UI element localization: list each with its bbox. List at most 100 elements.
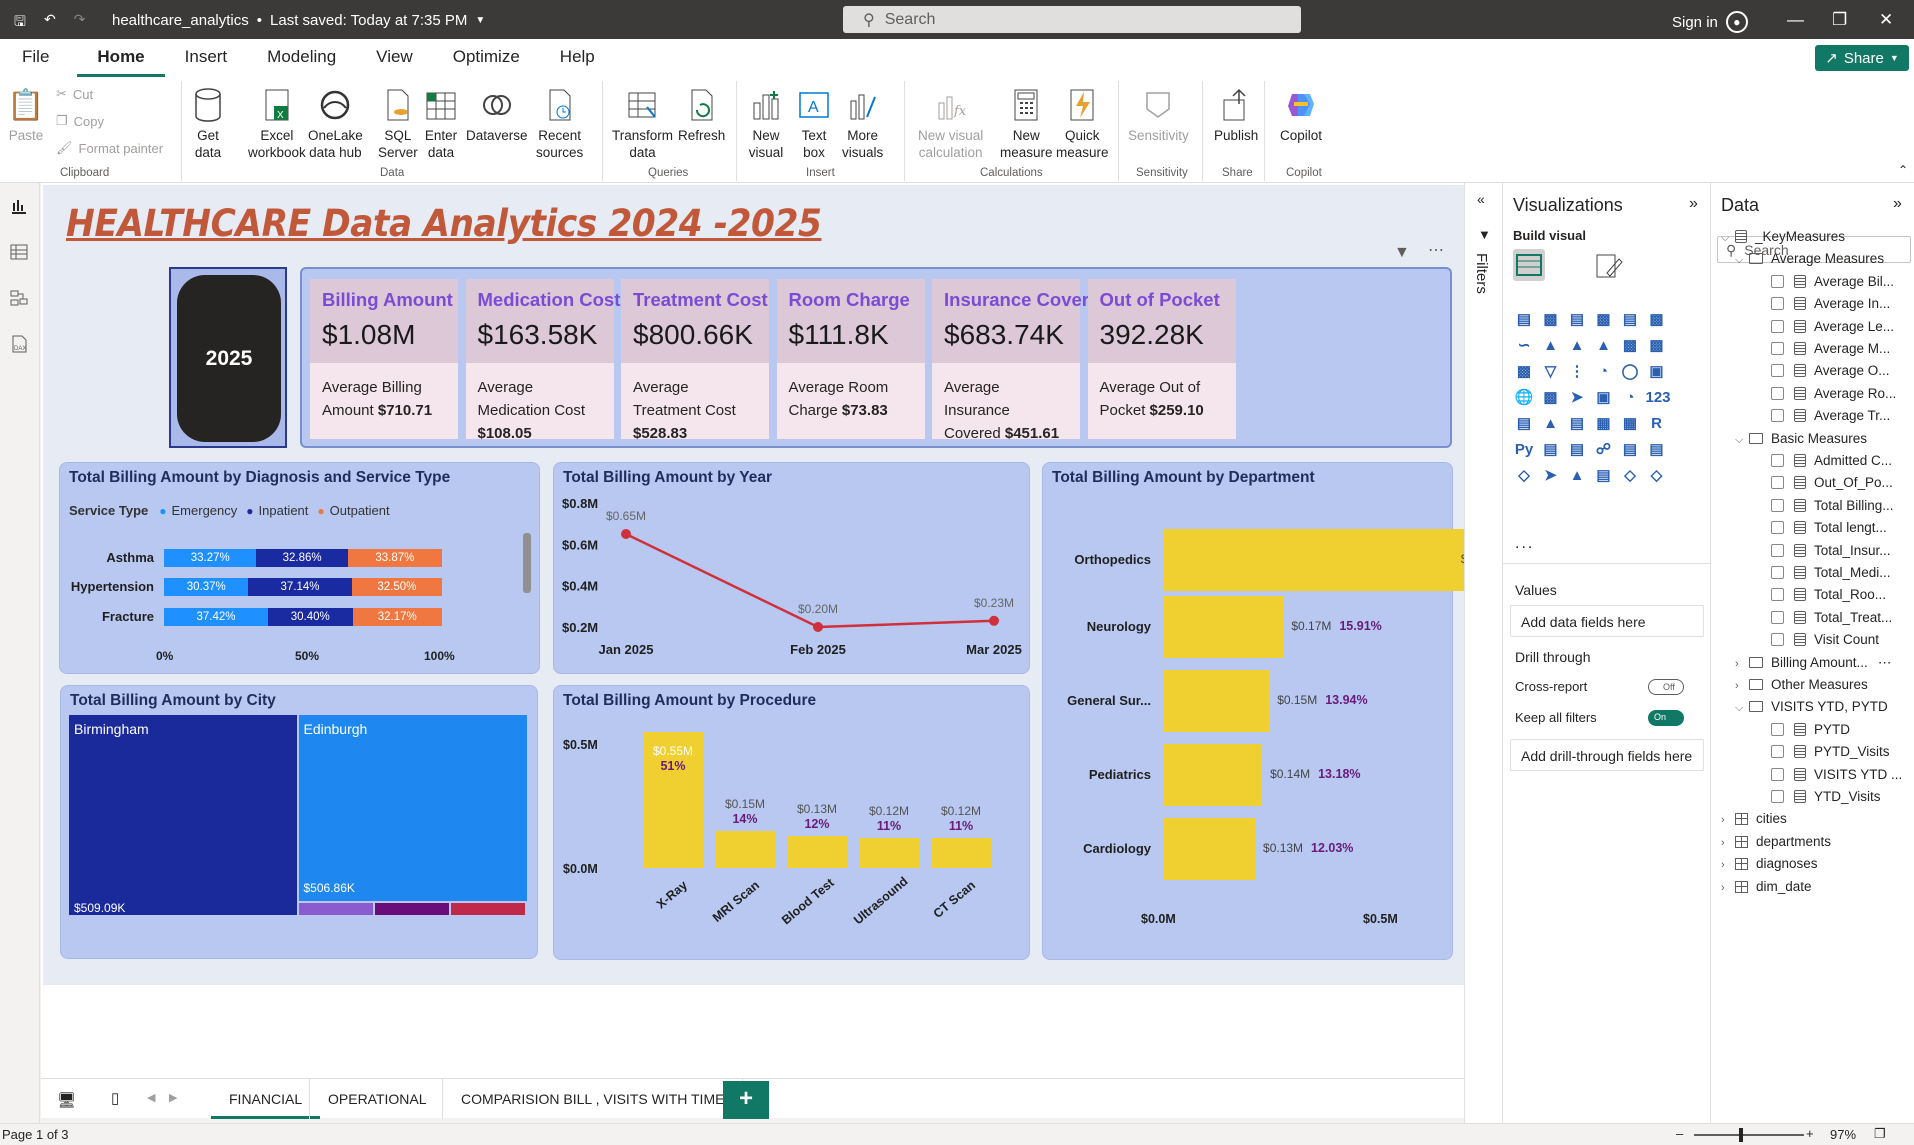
- add-page-button[interactable]: +: [723, 1081, 769, 1119]
- field-list-item[interactable]: Average Tr...: [1749, 408, 1890, 423]
- checkbox[interactable]: [1771, 476, 1784, 490]
- prev-page-icon[interactable]: ◀: [147, 1091, 155, 1104]
- bar[interactable]: [715, 830, 775, 868]
- field-list-item[interactable]: › departments: [1721, 834, 1831, 849]
- bar[interactable]: [1163, 744, 1263, 806]
- field-list-item[interactable]: Admitted C...: [1749, 453, 1892, 468]
- area-icon[interactable]: ▲: [1540, 335, 1562, 357]
- filled-map-icon[interactable]: ▩: [1540, 387, 1562, 409]
- collapse-viz-icon[interactable]: »: [1689, 195, 1698, 213]
- checkbox[interactable]: [1771, 588, 1784, 602]
- zoom-slider[interactable]: [1694, 1134, 1804, 1136]
- smart-narrative-icon[interactable]: ▤: [1619, 439, 1641, 461]
- bar-segment[interactable]: 32.50%: [351, 578, 443, 596]
- field-list-item[interactable]: › Billing Amount... ⋯: [1735, 655, 1891, 671]
- mobile-layout-icon[interactable]: ▯: [111, 1089, 119, 1107]
- checkbox[interactable]: [1771, 767, 1784, 781]
- bar-segment[interactable]: 37.42%: [164, 608, 269, 626]
- cross-report-toggle[interactable]: Off: [1648, 679, 1684, 695]
- treemap-small-tile[interactable]: [450, 903, 525, 915]
- minimize-icon[interactable]: —: [1787, 10, 1804, 30]
- bar[interactable]: [1163, 670, 1270, 732]
- redo-icon[interactable]: ↷: [74, 11, 86, 35]
- waterfall-icon[interactable]: ▩: [1513, 361, 1535, 383]
- expand-filters-icon[interactable]: «: [1477, 191, 1485, 207]
- data-point[interactable]: [621, 529, 631, 539]
- text-box-button[interactable]: A Text box: [796, 87, 832, 161]
- field-list-item[interactable]: › dim_date: [1721, 879, 1812, 894]
- checkbox[interactable]: [1771, 498, 1784, 512]
- collapse-data-icon[interactable]: »: [1893, 195, 1902, 213]
- onelake-button[interactable]: OneLake data hub: [308, 87, 363, 161]
- chevron-right-icon[interactable]: ›: [1721, 814, 1735, 826]
- field-list-item[interactable]: Total_Roo...: [1749, 587, 1886, 602]
- treemap-small-tile[interactable]: [298, 903, 373, 915]
- chevron-down-icon[interactable]: ⌵: [1735, 254, 1749, 267]
- checkbox[interactable]: [1771, 319, 1784, 333]
- pie-icon[interactable]: ◔: [1593, 361, 1615, 383]
- build-visual-tab[interactable]: [1513, 249, 1545, 281]
- field-list-item[interactable]: PYTD: [1749, 722, 1850, 737]
- document-title[interactable]: healthcare_analytics • Last saved: Today…: [112, 12, 485, 29]
- data-point[interactable]: [813, 622, 823, 632]
- paginated-icon[interactable]: ▤: [1646, 439, 1668, 461]
- bar-segment[interactable]: 30.40%: [268, 608, 353, 626]
- page-tab-operational[interactable]: OPERATIONAL: [309, 1079, 445, 1119]
- desktop-layout-icon[interactable]: 🖥: [57, 1091, 76, 1109]
- year-value[interactable]: 2025: [177, 275, 281, 442]
- year-slicer[interactable]: 2025: [169, 267, 287, 448]
- clustered-column-icon[interactable]: ▩: [1593, 309, 1615, 331]
- next-page-icon[interactable]: ▶: [169, 1091, 177, 1104]
- values-drop-zone[interactable]: Add data fields here: [1510, 605, 1704, 637]
- get-data-button[interactable]: Get data: [190, 87, 226, 161]
- refresh-button[interactable]: Refresh: [678, 87, 725, 144]
- key-influencers-icon[interactable]: ▤: [1540, 439, 1562, 461]
- chevron-down-icon[interactable]: ⌵: [1735, 702, 1749, 715]
- field-list-item[interactable]: ⌵ Average Measures: [1735, 251, 1884, 267]
- field-list-item[interactable]: Total_Treat...: [1749, 610, 1892, 625]
- qa-icon[interactable]: ☍: [1593, 439, 1615, 461]
- recent-sources-button[interactable]: Recent sources: [536, 87, 583, 161]
- treemap-small-tile[interactable]: [374, 903, 449, 915]
- field-list-item[interactable]: Average O...: [1749, 363, 1890, 378]
- city-treemap[interactable]: Total Billing Amount by City Birmingham $…: [60, 685, 538, 959]
- global-search[interactable]: ⚲ Search: [843, 6, 1301, 33]
- bar[interactable]: [787, 835, 847, 868]
- checkbox[interactable]: [1771, 454, 1784, 467]
- field-list-item[interactable]: › Other Measures: [1735, 677, 1868, 692]
- field-list-item[interactable]: Average Le...: [1749, 319, 1894, 334]
- checkbox[interactable]: [1771, 342, 1784, 355]
- page-tab-financial[interactable]: FINANCIAL: [211, 1079, 321, 1119]
- checkbox[interactable]: [1771, 790, 1784, 803]
- kpi-card[interactable]: Billing Amount $1.08M Average Billing Amou…: [310, 279, 458, 439]
- field-list-item[interactable]: ⌵ Basic Measures: [1735, 431, 1867, 447]
- tab-file[interactable]: File: [0, 39, 69, 77]
- card-icon[interactable]: 123: [1646, 387, 1671, 409]
- stacked-bar-icon[interactable]: ▤: [1513, 309, 1535, 331]
- decomposition-tree-icon[interactable]: ▤: [1566, 439, 1588, 461]
- procedure-bar-chart[interactable]: Total Billing Amount by Procedure $0.0M $…: [553, 685, 1030, 960]
- bar[interactable]: [1163, 529, 1503, 591]
- narrative-icon[interactable]: ▤: [1593, 465, 1615, 487]
- line-column-icon[interactable]: ▩: [1619, 335, 1641, 357]
- copy-button[interactable]: ❐ Copy: [56, 113, 104, 129]
- report-view-icon[interactable]: [10, 197, 30, 217]
- new-visual-calculation-button[interactable]: fx New visual calculation: [918, 87, 983, 161]
- bar-segment[interactable]: 32.86%: [256, 549, 348, 567]
- bar[interactable]: [859, 838, 919, 868]
- kpi-card[interactable]: Room Charge $111.8K Average Room Charge $7…: [776, 279, 925, 439]
- copilot-button[interactable]: Copilot: [1280, 87, 1322, 144]
- field-list-item[interactable]: Total_Insur...: [1749, 543, 1891, 558]
- kpi-icon[interactable]: ▲: [1540, 413, 1562, 435]
- power-apps-icon[interactable]: ◇: [1513, 465, 1535, 487]
- filters-pane[interactable]: « ▼ Filters: [1464, 183, 1502, 1123]
- data-point[interactable]: [989, 615, 999, 626]
- checkbox[interactable]: [1771, 297, 1784, 311]
- bar-segment[interactable]: 33.27%: [164, 549, 257, 567]
- azure-map-icon[interactable]: ➤: [1566, 387, 1588, 409]
- new-measure-button[interactable]: New measure: [1000, 87, 1053, 161]
- more-options-icon[interactable]: ⋯: [1428, 240, 1444, 260]
- more-options-icon[interactable]: ⋯: [1878, 655, 1892, 670]
- get-more-icon[interactable]: ◇: [1646, 465, 1668, 487]
- keep-filters-toggle[interactable]: On: [1648, 710, 1684, 726]
